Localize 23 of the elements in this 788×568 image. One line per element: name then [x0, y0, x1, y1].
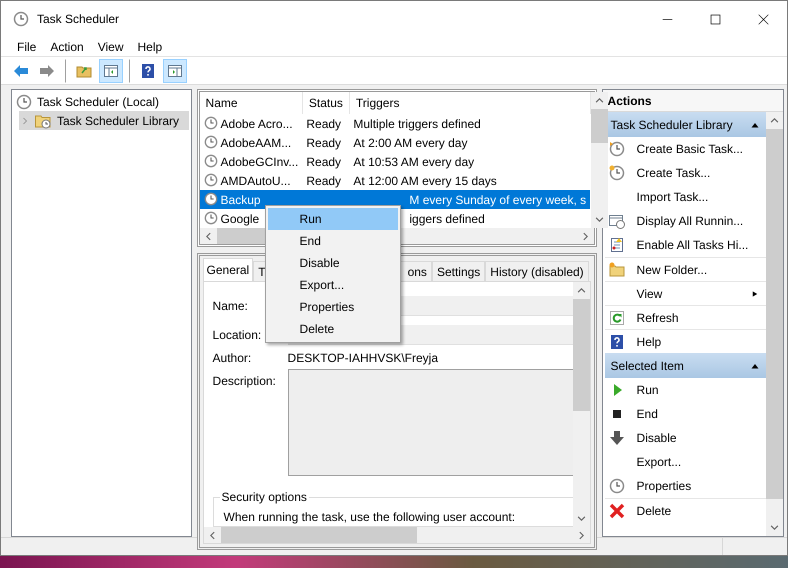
task-trigger: iggers defined: [409, 212, 485, 226]
task-status: Ready: [306, 174, 342, 188]
field-label: Name:: [212, 298, 249, 314]
security-text: When running the task, use the following user account:: [224, 509, 516, 526]
task-status: Ready: [306, 154, 342, 168]
field-label: Author:: [212, 350, 252, 366]
tree-label: Task Scheduler Library: [57, 112, 180, 130]
task-trigger: At 2:00 AM every day: [353, 136, 468, 150]
field-label: Description:: [212, 373, 277, 390]
section-title: Selected Item: [610, 358, 684, 374]
author-value: DESKTOP-IAHHVSK\Freyja: [288, 350, 438, 366]
task-status: Ready: [306, 136, 342, 150]
actions-heading: Actions: [602, 90, 783, 112]
task-trigger: At 10:53 AM every day: [353, 154, 474, 168]
section-title: Task Scheduler Library: [610, 116, 733, 134]
task-status: Ready: [306, 116, 342, 130]
task-trigger: M every Sunday of every week, s: [409, 192, 586, 206]
tree-label: Task Scheduler (Local): [37, 94, 160, 110]
task-trigger: Multiple triggers defined: [353, 116, 481, 130]
group-title: Security options: [220, 490, 309, 504]
task-trigger: At 12:00 AM every 15 days: [353, 174, 497, 188]
field-label: Location:: [212, 326, 262, 344]
window-title: Task Scheduler: [37, 11, 120, 28]
